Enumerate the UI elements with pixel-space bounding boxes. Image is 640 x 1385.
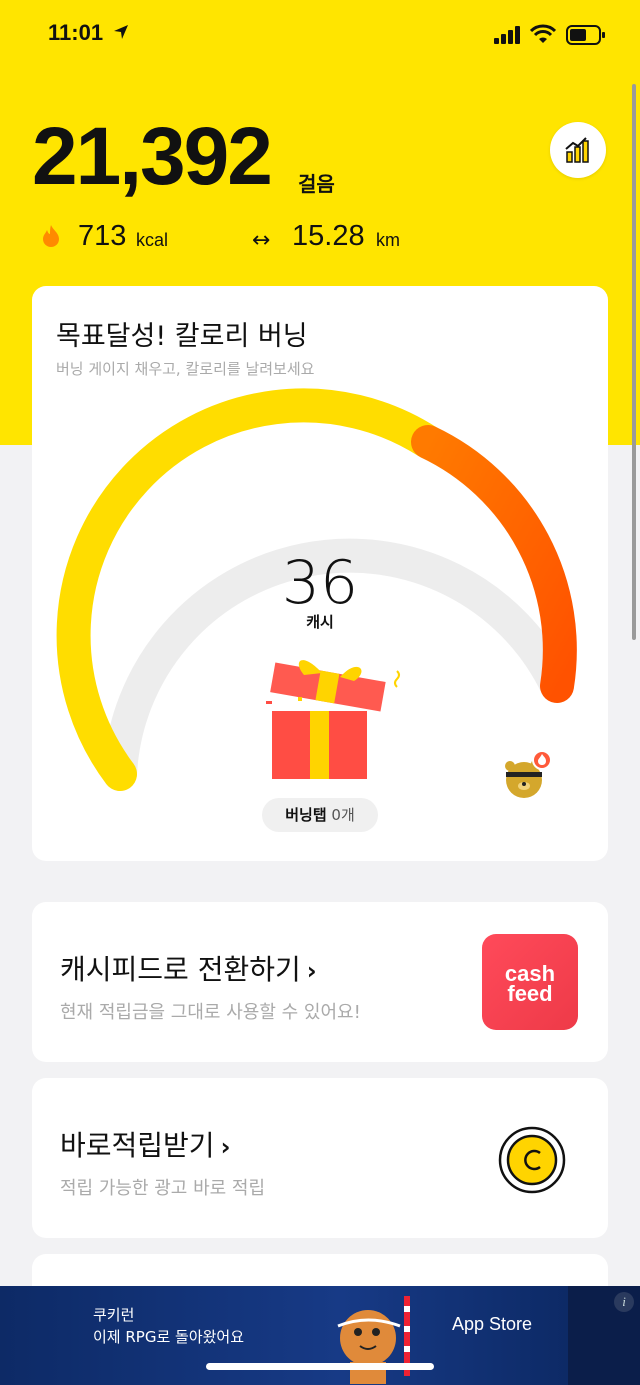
battery-icon: [566, 25, 605, 45]
calorie-unit: kcal: [136, 230, 169, 250]
instant-reward-card[interactable]: 바로적립받기 › 적립 가능한 광고 바로 적립: [32, 1078, 608, 1238]
step-count: 21,392: [32, 111, 273, 202]
cashfeed-logo-line2: feed: [507, 981, 553, 1006]
chevron-right-icon: ›: [220, 1133, 231, 1161]
step-unit: 걸음: [298, 172, 335, 196]
bar-chart-icon: [565, 137, 589, 163]
burning-tap-counter: 버닝탭 0개: [262, 798, 378, 832]
ad-line2: 이제 RPG로 돌아왔어요: [93, 1328, 245, 1346]
ad-creative[interactable]: 쿠키런 이제 RPG로 돌아왔어요 App Store: [0, 1286, 568, 1385]
app-store-label: App Store: [452, 1314, 533, 1334]
cashfeed-title-row: 캐시피드로 전환하기 ›: [60, 948, 317, 988]
burning-tap-count: 0개: [331, 806, 355, 824]
distance-value: 15.28: [292, 220, 365, 252]
statistics-button[interactable]: [550, 122, 606, 178]
scrollbar[interactable]: [632, 84, 636, 640]
cashfeed-title: 캐시피드로 전환하기: [60, 953, 301, 986]
wifi-icon: [530, 24, 556, 43]
cashfeed-subtitle: 현재 적립금을 그대로 사용할 수 있어요!: [60, 1002, 361, 1023]
app-store-badge[interactable]: App Store: [452, 1314, 532, 1335]
gift-box-icon[interactable]: [262, 651, 412, 781]
cookie-character-icon: [337, 1296, 410, 1384]
coin-icon: [498, 1126, 566, 1194]
status-time: 11:01: [48, 20, 104, 45]
switch-to-cashfeed-card[interactable]: 캐시피드로 전환하기 › 현재 적립금을 그대로 사용할 수 있어요! cash …: [32, 902, 608, 1062]
cash-value: 36: [281, 548, 359, 618]
location-arrow-icon: [114, 25, 128, 39]
cellular-signal-icon: [494, 26, 520, 44]
ad-info-icon[interactable]: i: [614, 1292, 634, 1312]
flame-icon: [43, 225, 59, 247]
cash-unit: 캐시: [306, 613, 334, 631]
burning-tap-label: 버닝탭: [285, 806, 327, 824]
distance-arrows-icon: ↔: [252, 228, 271, 253]
home-indicator[interactable]: [206, 1363, 434, 1370]
calorie-burning-card: 목표달성! 칼로리 버닝 버닝 게이지 채우고, 칼로리를 날려보세요 36 캐…: [32, 286, 608, 861]
ad-line1: 쿠키런: [93, 1306, 135, 1324]
bear-character-icon: [502, 750, 552, 800]
chevron-right-icon: ›: [306, 957, 317, 985]
cashfeed-logo: cash feed: [482, 934, 578, 1030]
status-bar: 11:01: [0, 0, 640, 70]
instant-reward-title: 바로적립받기: [60, 1129, 215, 1162]
ad-banner[interactable]: 쿠키런 이제 RPG로 돌아왔어요 App Store i: [0, 1286, 640, 1385]
instant-reward-subtitle: 적립 가능한 광고 바로 적립: [60, 1178, 266, 1199]
calorie-value: 713: [78, 220, 127, 252]
distance-unit: km: [376, 230, 400, 250]
instant-reward-title-row: 바로적립받기 ›: [60, 1124, 230, 1164]
